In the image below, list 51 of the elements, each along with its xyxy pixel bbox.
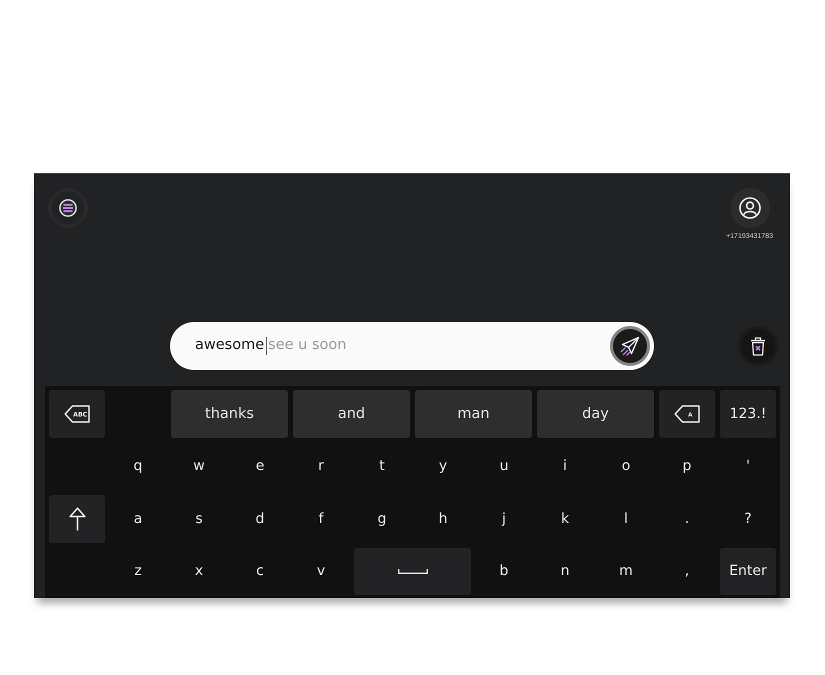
keyboard-key[interactable]: o xyxy=(598,442,654,490)
keyboard-key[interactable]: w xyxy=(171,442,227,490)
message-text: awesome xyxy=(195,336,264,356)
word-suggestion[interactable]: thanks xyxy=(171,390,288,438)
symbols-key[interactable]: 123.! xyxy=(720,390,776,438)
delete-button[interactable] xyxy=(738,326,778,366)
keyboard-key[interactable]: a xyxy=(110,495,166,542)
keyboard-key[interactable]: ' xyxy=(720,442,776,490)
message-field[interactable]: awesome see u soon xyxy=(170,322,654,370)
word-suggestion[interactable]: man xyxy=(415,390,532,438)
keyboard-key[interactable]: r xyxy=(293,442,349,490)
keyboard-key[interactable]: ? xyxy=(720,495,776,542)
space-bar-icon xyxy=(398,568,428,574)
keyboard-key[interactable]: l xyxy=(598,495,654,542)
menu-button[interactable] xyxy=(48,188,88,228)
up-arrow-icon xyxy=(68,506,86,531)
paper-plane-icon xyxy=(620,336,640,356)
word-suggestion[interactable]: day xyxy=(537,390,654,438)
user-icon xyxy=(738,197,761,219)
keyboard-key[interactable]: n xyxy=(537,548,593,595)
keyboard-key[interactable]: b xyxy=(476,548,532,595)
completion-hint: see u soon xyxy=(268,336,346,356)
keyboard-key[interactable]: i xyxy=(537,442,593,490)
keyboard-key[interactable]: d xyxy=(232,495,288,542)
keyboard-key[interactable]: u xyxy=(476,442,532,490)
keyboard-key[interactable]: s xyxy=(171,495,227,542)
keyboard-key[interactable]: h xyxy=(415,495,471,542)
word-suggestion[interactable]: and xyxy=(293,390,410,438)
keyboard-key[interactable]: g xyxy=(354,495,410,542)
keyboard-key[interactable]: x xyxy=(171,548,227,595)
menu-icon xyxy=(59,199,77,217)
keyboard-key[interactable]: v xyxy=(293,548,349,595)
keyboard-key[interactable]: j xyxy=(476,495,532,542)
keyboard-key[interactable]: f xyxy=(293,495,349,542)
trash-icon xyxy=(750,336,766,356)
profile-button[interactable] xyxy=(730,188,770,228)
keyboard-key[interactable]: e xyxy=(232,442,288,490)
send-button[interactable] xyxy=(610,326,650,366)
keyboard-key[interactable]: . xyxy=(659,495,715,542)
enter-key[interactable]: Enter xyxy=(720,548,776,595)
keyboard-key[interactable]: k xyxy=(537,495,593,542)
shift-key[interactable] xyxy=(49,495,105,542)
keyboard-key[interactable]: p xyxy=(659,442,715,490)
keyboard-key[interactable]: q xyxy=(110,442,166,490)
keyboard-key[interactable]: m xyxy=(598,548,654,595)
keyboard-key[interactable]: t xyxy=(354,442,410,490)
keyboard-key[interactable]: c xyxy=(232,548,288,595)
keyboard-key[interactable]: z xyxy=(110,548,166,595)
text-cursor-icon xyxy=(266,337,268,355)
keyboard-key[interactable]: y xyxy=(415,442,471,490)
keyboard-key[interactable]: , xyxy=(659,548,715,595)
